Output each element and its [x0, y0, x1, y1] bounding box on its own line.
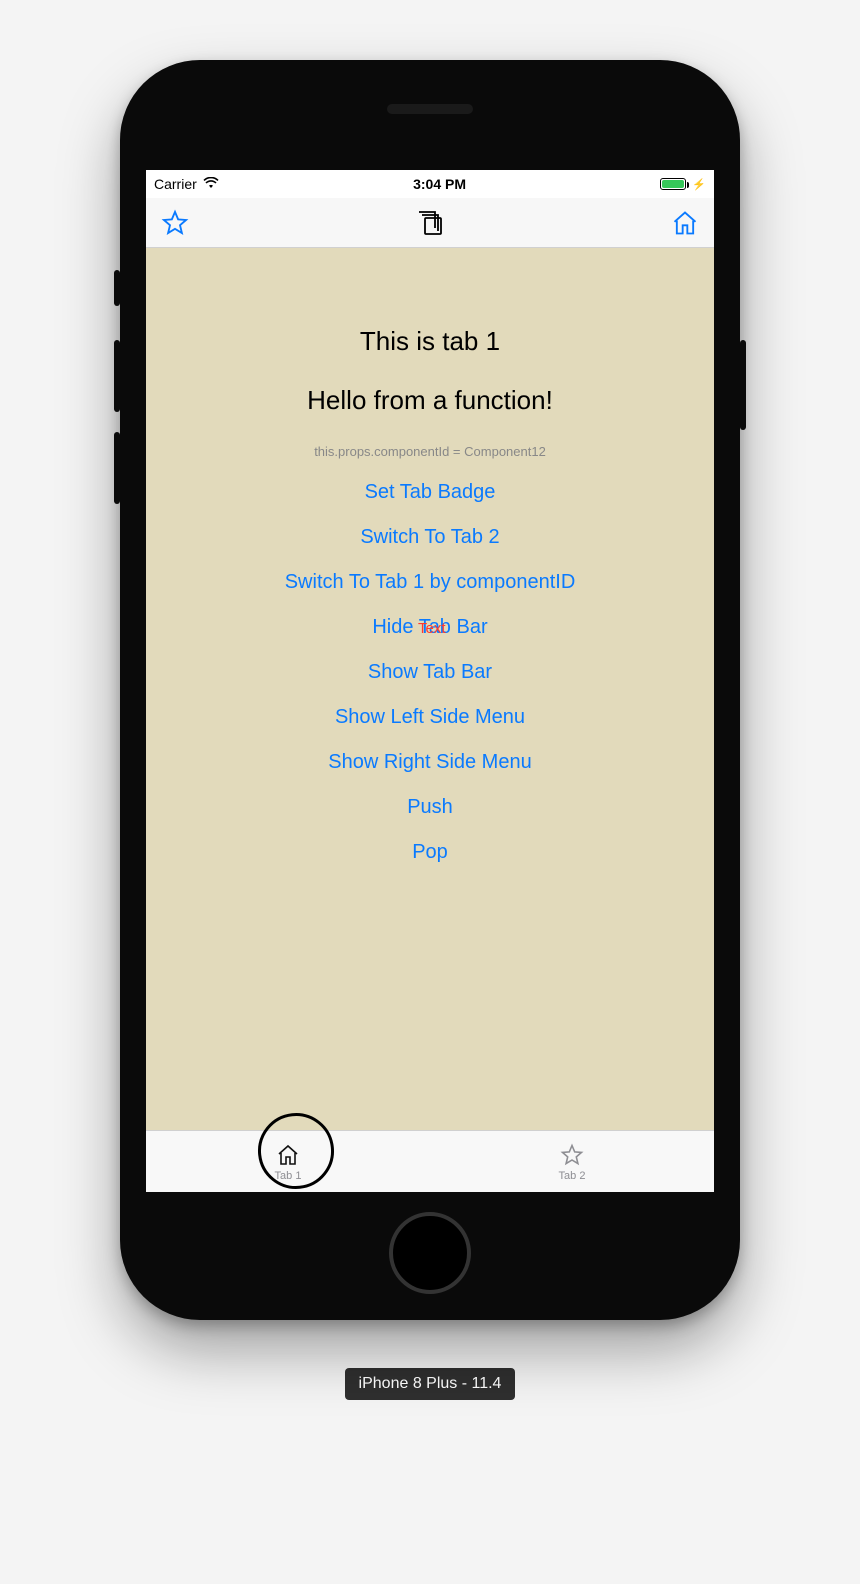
simulator-label: iPhone 8 Plus - 11.4	[345, 1368, 516, 1400]
clock: 3:04 PM	[413, 176, 466, 192]
home-button[interactable]	[389, 1212, 471, 1294]
navigation-bar	[146, 198, 714, 248]
link-show-tab-bar[interactable]: Show Tab Bar	[368, 653, 492, 692]
stack-icon[interactable]	[415, 208, 445, 238]
content-area: This is tab 1 Hello from a function! thi…	[146, 248, 714, 1130]
star-icon	[558, 1142, 586, 1168]
tab-2-label: Tab 2	[559, 1170, 586, 1182]
tab-bar: Tab 1 Tab 2	[146, 1130, 714, 1192]
link-pop[interactable]: Pop	[412, 833, 448, 872]
tab-2[interactable]: Tab 2	[430, 1131, 714, 1192]
link-switch-tab-2[interactable]: Switch To Tab 2	[360, 518, 499, 557]
volume-up-btn	[114, 340, 120, 412]
tab-1[interactable]: Tab 1	[146, 1131, 430, 1192]
volume-down-btn	[114, 432, 120, 504]
power-btn	[740, 340, 746, 430]
wifi-icon	[203, 176, 219, 192]
star-button[interactable]	[160, 208, 190, 238]
status-bar: Carrier 3:04 PM ⚡	[146, 170, 714, 198]
mute-switch	[114, 270, 120, 306]
link-set-tab-badge[interactable]: Set Tab Badge	[365, 473, 496, 512]
link-show-left-menu[interactable]: Show Left Side Menu	[335, 698, 525, 737]
device-frame: Carrier 3:04 PM ⚡	[120, 60, 740, 1320]
link-push[interactable]: Push	[407, 788, 453, 827]
link-switch-tab-1-id[interactable]: Switch To Tab 1 by componentID	[285, 563, 576, 602]
home-nav-button[interactable]	[670, 208, 700, 238]
home-icon	[274, 1142, 302, 1168]
battery-icon	[660, 178, 686, 190]
overlay-red-text: Text	[418, 620, 446, 637]
speaker-grille	[387, 104, 473, 114]
charging-icon: ⚡	[692, 178, 706, 191]
page-subtitle: Hello from a function!	[307, 385, 553, 416]
link-show-right-menu[interactable]: Show Right Side Menu	[328, 743, 531, 782]
carrier-label: Carrier	[154, 176, 197, 192]
tab-1-label: Tab 1	[275, 1170, 302, 1182]
screen: Carrier 3:04 PM ⚡	[146, 170, 714, 1192]
component-id-label: this.props.componentId = Component12	[314, 444, 546, 459]
page-title: This is tab 1	[360, 326, 500, 357]
